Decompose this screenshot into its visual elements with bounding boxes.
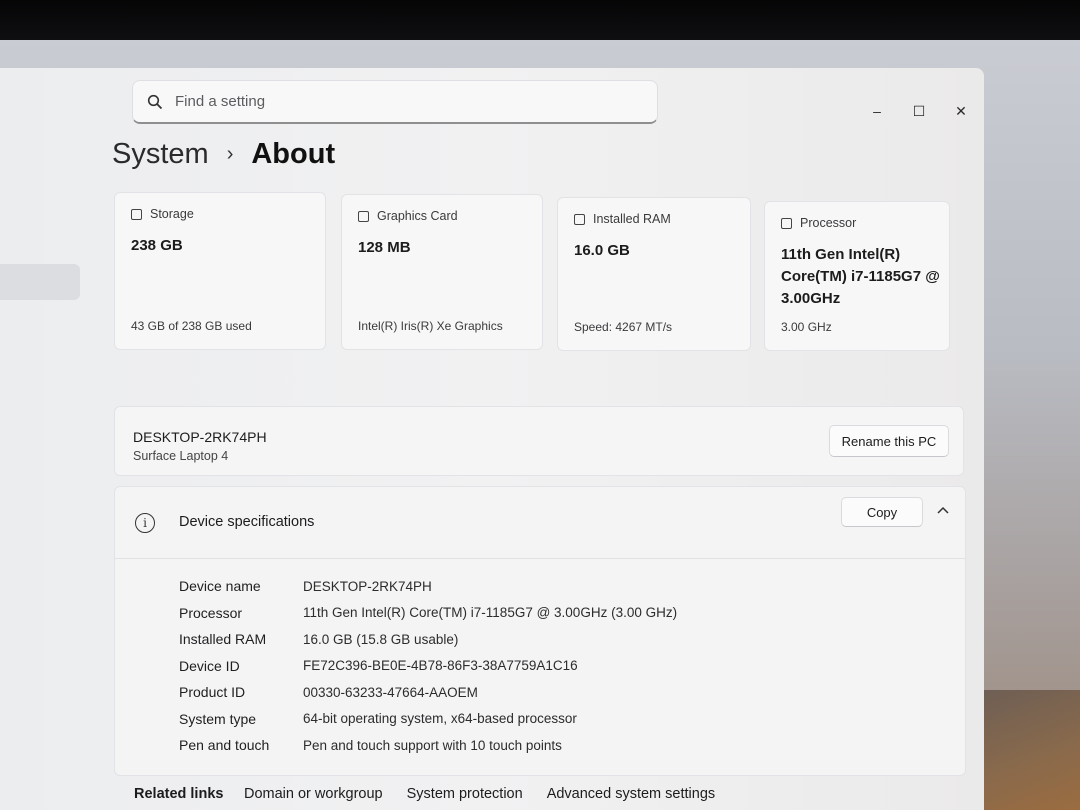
device-specifications-section: i Device specifications Copy Device name… — [114, 486, 966, 776]
card-title: Graphics Card — [377, 209, 458, 223]
graphics-card-card: Graphics Card 128 MB Intel(R) Iris(R) Xe… — [341, 194, 543, 350]
minimize-button[interactable]: – — [864, 98, 890, 124]
spec-row: Device ID FE72C396-BE0E-4B78-86F3-38A7759… — [179, 653, 677, 680]
ram-icon — [574, 213, 585, 225]
spec-value: 64-bit operating system, x64-based proce… — [303, 711, 577, 727]
card-value: 16.0 GB — [574, 242, 630, 259]
spec-value: DESKTOP-2RK74PH — [303, 578, 432, 594]
wallpaper-dune — [970, 690, 1080, 810]
spec-value: 16.0 GB (15.8 GB usable) — [303, 631, 459, 647]
card-value: 128 MB — [358, 239, 411, 256]
search-input[interactable]: Find a setting — [175, 93, 265, 110]
chevron-up-icon[interactable] — [933, 501, 953, 521]
spec-row: Product ID 00330-63233-47664-AAOEM — [179, 679, 677, 706]
search-box[interactable]: Find a setting — [132, 80, 658, 124]
device-specifications-header[interactable]: i Device specifications Copy — [115, 487, 965, 559]
processor-icon — [781, 217, 792, 229]
card-subtitle: 43 GB of 238 GB used — [131, 319, 252, 333]
rename-pc-button[interactable]: Rename this PC — [829, 425, 949, 457]
page-title: About — [251, 137, 336, 170]
maximize-button[interactable]: ☐ — [906, 98, 932, 124]
card-value: 238 GB — [131, 237, 183, 254]
related-links-title: Related links — [134, 786, 224, 802]
related-links-bar: Related links Domain or workgroup System… — [114, 774, 966, 810]
breadcrumb-parent[interactable]: System — [112, 138, 209, 171]
spec-list: Device name DESKTOP-2RK74PH Processor 11th… — [179, 573, 677, 759]
spec-row: Processor 11th Gen Intel(R) Core(TM) i7-1… — [179, 600, 677, 627]
copy-button[interactable]: Copy — [841, 497, 923, 527]
close-button[interactable]: ✕ — [948, 98, 974, 124]
pc-name-card: DESKTOP-2RK74PH Surface Laptop 4 Rename … — [114, 406, 964, 476]
spec-row: Pen and touch Pen and touch support with … — [179, 732, 677, 759]
spec-label: Device name — [179, 578, 261, 595]
card-subtitle: 3.00 GHz — [781, 320, 832, 334]
spec-value: Pen and touch support with 10 touch poin… — [303, 737, 562, 753]
section-title: Device specifications — [179, 514, 315, 530]
pc-model: Surface Laptop 4 — [133, 449, 229, 463]
card-title: Processor — [800, 216, 857, 230]
spec-label: Device ID — [179, 657, 240, 674]
breadcrumb: System › About — [112, 132, 335, 176]
spec-value: 00330-63233-47664-AAOEM — [303, 684, 478, 700]
spec-label: Installed RAM — [179, 631, 267, 648]
pc-name: DESKTOP-2RK74PH — [133, 429, 267, 445]
processor-card: Processor 11th Gen Intel(R) Core(TM) i7-… — [764, 201, 950, 351]
info-icon: i — [135, 513, 155, 533]
spec-value: FE72C396-BE0E-4B78-86F3-38A7759A1C16 — [303, 658, 578, 674]
search-icon — [147, 94, 163, 110]
card-title: Installed RAM — [593, 212, 671, 226]
spec-label: Pen and touch — [179, 737, 270, 754]
graphics-card-icon — [358, 210, 369, 222]
spec-label: Product ID — [179, 684, 246, 701]
card-subtitle: Intel(R) Iris(R) Xe Graphics — [358, 319, 503, 333]
card-value: 11th Gen Intel(R) Core(TM) i7-1185G7 @ 3… — [781, 246, 940, 307]
installed-ram-card: Installed RAM 16.0 GB Speed: 4267 MT/s — [557, 197, 751, 351]
card-title: Storage — [150, 207, 194, 221]
settings-window: Find a setting – ☐ ✕ System › About Stor… — [0, 68, 984, 810]
chevron-right-icon: › — [226, 142, 234, 165]
sidebar-selected-item[interactable] — [0, 264, 80, 300]
spec-label: Processor — [179, 604, 243, 621]
spec-row: Device name DESKTOP-2RK74PH — [179, 573, 677, 600]
spec-value: 11th Gen Intel(R) Core(TM) i7-1185G7 @ 3… — [303, 605, 678, 621]
storage-card: Storage 238 GB 43 GB of 238 GB used — [114, 192, 326, 350]
spec-label: System type — [179, 710, 257, 727]
system-protection-link[interactable]: System protection — [407, 786, 523, 802]
advanced-system-settings-link[interactable]: Advanced system settings — [547, 786, 715, 802]
domain-workgroup-link[interactable]: Domain or workgroup — [244, 786, 383, 802]
storage-icon — [131, 208, 142, 220]
spec-row: System type 64-bit operating system, x64-… — [179, 706, 677, 733]
spec-row: Installed RAM 16.0 GB (15.8 GB usable) — [179, 626, 677, 653]
card-subtitle: Speed: 4267 MT/s — [574, 320, 673, 334]
